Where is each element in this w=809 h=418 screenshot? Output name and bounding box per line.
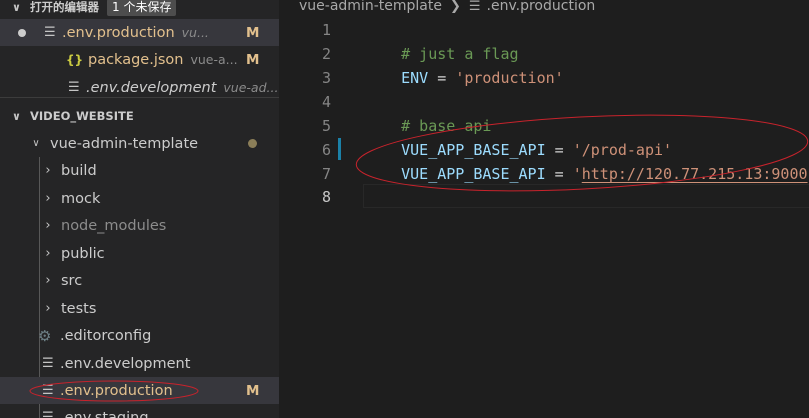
quote-token: ' — [572, 165, 582, 183]
breadcrumb-folder[interactable]: vue-admin-template — [299, 0, 442, 14]
string-token: 'production' — [455, 69, 564, 87]
folder-label: src — [61, 272, 83, 289]
code-line[interactable]: # just a flag — [365, 18, 518, 63]
modified-dot-icon — [248, 139, 257, 148]
tree-item-file[interactable]: ☰ .env.development — [0, 350, 279, 377]
file-lines-icon: ☰ — [42, 410, 54, 418]
folder-label: mock — [61, 190, 101, 207]
open-editor-path: vue-a... — [190, 52, 238, 67]
line-number: 2 — [321, 45, 331, 63]
chevron-right-icon: › — [45, 301, 51, 316]
folder-label: build — [61, 162, 97, 179]
folder-label: tests — [61, 300, 97, 317]
chevron-right-icon: › — [45, 218, 51, 233]
git-status-badge: M — [246, 24, 260, 41]
chevron-right-icon: › — [45, 191, 51, 206]
open-editor-path: vue-ad... — [223, 80, 279, 95]
gear-icon: ⚙ — [38, 326, 52, 345]
open-editor-item[interactable]: ☰ .env.production vu... M — [0, 19, 279, 46]
tree-item-folder[interactable]: › node_modules — [0, 212, 279, 239]
line-number: 5 — [321, 117, 331, 135]
chevron-right-icon: › — [45, 246, 51, 261]
tree-item-project[interactable]: ∨ vue-admin-template — [0, 130, 279, 157]
git-status-badge: M — [246, 382, 260, 399]
code-line[interactable]: ENV = 'production' — [365, 42, 564, 87]
file-label: .env.development — [60, 355, 191, 372]
breadcrumb-file[interactable]: .env.production — [487, 0, 596, 14]
explorer-root-header[interactable]: ∨ VIDEO_WEBSITE — [0, 106, 279, 126]
tree-item-folder[interactable]: › tests — [0, 295, 279, 322]
chevron-down-icon: ∨ — [12, 109, 21, 123]
open-editor-filename: .env.development — [86, 79, 217, 96]
tree-item-folder[interactable]: › public — [0, 240, 279, 267]
section-divider — [0, 97, 279, 98]
tree-item-file[interactable]: ☰ .env.staging — [0, 404, 279, 418]
file-lines-icon: ☰ — [468, 0, 481, 14]
folder-label: node_modules — [61, 217, 167, 234]
code-line[interactable]: VUE_APP_BASE_API = '/prod-api' — [365, 114, 672, 159]
chevron-down-icon: ∨ — [12, 0, 21, 14]
code-line[interactable]: VUE_APP_BASE_API = 'http://120.77.215.13… — [365, 138, 809, 183]
code-editor[interactable]: vue-admin-template ❯ ☰ .env.production 1… — [279, 0, 809, 418]
tree-item-file[interactable]: ⚙ .editorconfig — [0, 322, 279, 349]
url-link[interactable]: http://120.77.215.13:9000 — [582, 165, 808, 183]
explorer-sidebar: ∨ 打开的编辑器 1 个未保存 ☰ .env.production vu... … — [0, 0, 279, 418]
line-number: 8 — [321, 188, 331, 206]
chevron-right-icon: › — [45, 273, 51, 288]
breadcrumb: vue-admin-template ❯ ☰ .env.production — [299, 0, 595, 16]
chevron-down-icon: ∨ — [32, 138, 40, 149]
current-line-highlight — [363, 184, 809, 208]
unsaved-badge: 1 个未保存 — [107, 0, 177, 16]
json-braces-icon: {} — [66, 52, 84, 67]
code-line[interactable]: # base api — [365, 90, 491, 135]
key-token: VUE_APP_BASE_API — [401, 165, 546, 183]
key-token: ENV — [401, 69, 429, 87]
equals-token: = — [545, 165, 573, 183]
folder-label: public — [61, 245, 105, 262]
tree-item-file-selected[interactable]: ☰ .env.production M — [0, 377, 279, 404]
file-label: .editorconfig — [60, 327, 152, 344]
tree-item-folder[interactable]: › build — [0, 157, 279, 184]
tree-item-folder[interactable]: › mock — [0, 185, 279, 212]
chevron-right-icon: ❯ — [449, 0, 461, 14]
line-number: 4 — [321, 93, 331, 111]
file-lines-icon: ☰ — [42, 356, 54, 371]
open-editor-item[interactable]: {} package.json vue-a... M — [0, 46, 279, 73]
file-lines-icon: ☰ — [68, 80, 80, 95]
file-lines-icon: ☰ — [42, 383, 54, 398]
tree-item-folder[interactable]: › src — [0, 267, 279, 294]
git-status-badge: M — [246, 51, 260, 68]
chevron-right-icon: › — [45, 163, 51, 178]
line-number: 3 — [321, 69, 331, 87]
line-number: 6 — [321, 141, 331, 159]
workspace-title: VIDEO_WEBSITE — [30, 109, 134, 123]
unsaved-dot-icon[interactable] — [18, 28, 26, 37]
dirty-diff-marker[interactable] — [338, 138, 341, 160]
file-lines-icon: ☰ — [44, 25, 56, 40]
file-label: .env.production — [60, 382, 173, 399]
open-editor-filename: package.json — [88, 51, 184, 68]
line-number: 7 — [321, 165, 331, 183]
open-editor-path: vu... — [181, 25, 209, 40]
project-folder-label: vue-admin-template — [50, 135, 199, 152]
open-editor-filename: .env.production — [62, 24, 175, 41]
open-editors-header[interactable]: ∨ 打开的编辑器 1 个未保存 — [0, 0, 279, 17]
line-number: 1 — [321, 21, 331, 39]
file-label: .env.staging — [60, 409, 149, 418]
open-editors-title: 打开的编辑器 — [30, 0, 99, 14]
equals-token: = — [428, 69, 456, 87]
